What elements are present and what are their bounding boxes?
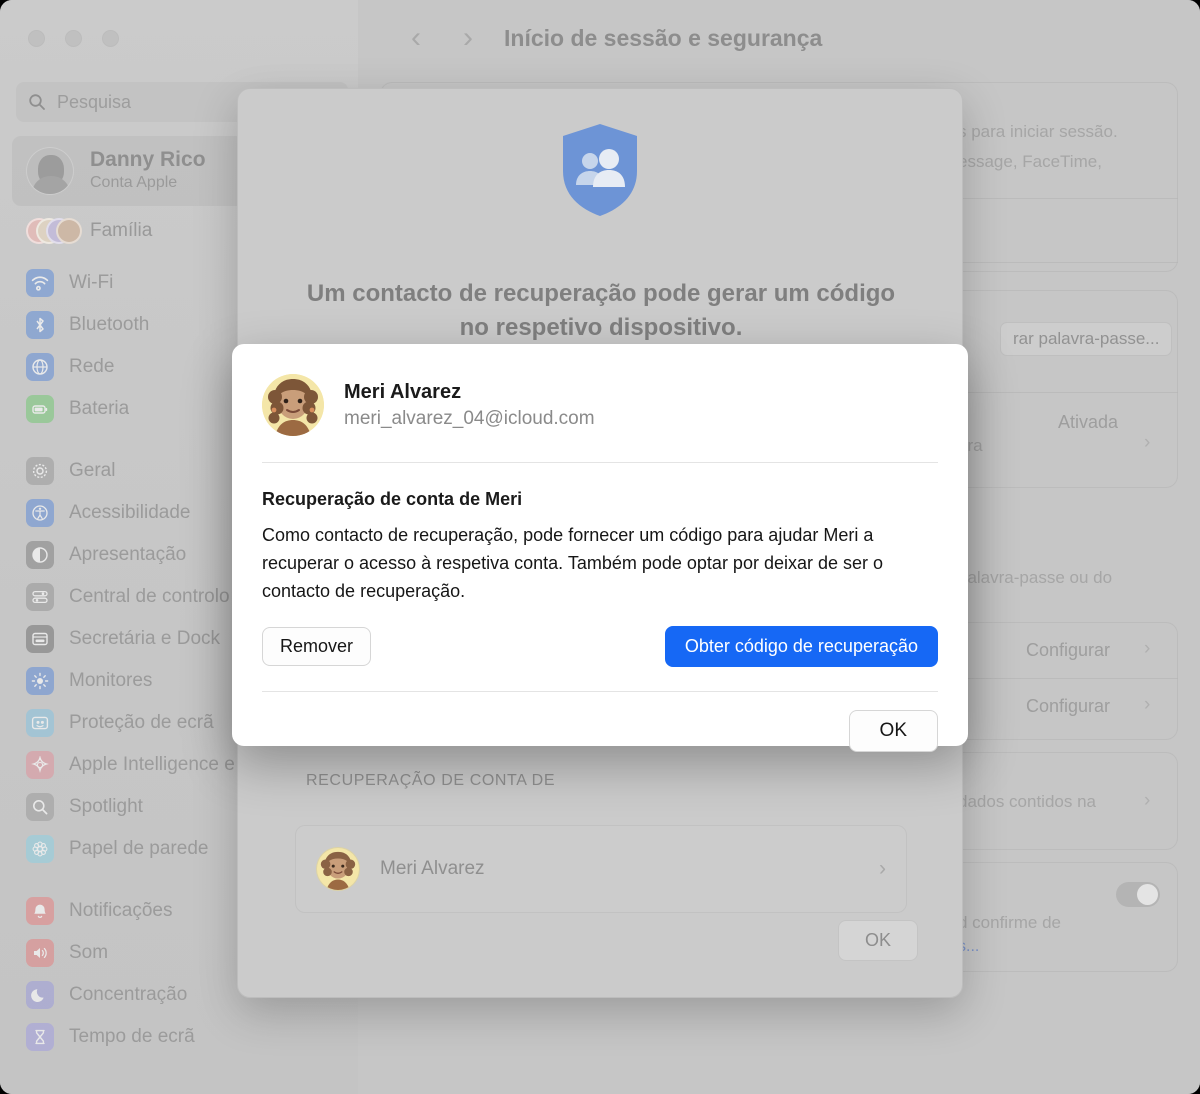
inner-ok-button[interactable]: OK <box>848 709 938 752</box>
forward-button[interactable]: › <box>442 23 494 53</box>
contact-name: Meri Alvarez <box>380 858 485 879</box>
background-toggle[interactable] <box>1116 882 1160 907</box>
sidebar-item-label: Wi-Fi <box>69 272 114 293</box>
search-placeholder: Pesquisa <box>57 91 132 112</box>
outer-ok-button[interactable]: OK <box>837 920 918 961</box>
sidebar-item-label: Família <box>90 220 153 241</box>
dialog-body-text: Como contacto de recuperação, pode forne… <box>262 525 884 601</box>
person-email: meri_alvarez_04@icloud.com <box>344 407 595 429</box>
account-recovery-dialog: Meri Alvarez meri_alvarez_04@icloud.com … <box>232 344 968 752</box>
control-center-icon <box>26 583 54 611</box>
screensaver-icon <box>26 709 54 737</box>
sidebar-item-label: Papel de parede <box>69 838 209 859</box>
desktop-dock-icon <box>26 625 54 653</box>
chevron-right-icon-2[interactable]: › <box>1144 638 1150 660</box>
dialog-title: Recuperação de conta de Meri <box>262 489 523 509</box>
sidebar-item-label: Spotlight <box>69 796 143 817</box>
close-button[interactable] <box>28 30 45 47</box>
moon-icon <box>26 981 54 1009</box>
accessibility-icon <box>26 499 54 527</box>
sidebar-item-label: Apple Intelligence e <box>69 754 235 775</box>
sidebar-item-label: Apresentação <box>69 544 187 565</box>
chevron-right-icon-3[interactable]: › <box>1144 694 1150 716</box>
minimize-button[interactable] <box>65 30 82 47</box>
hourglass-icon <box>26 1023 54 1051</box>
sidebar-item-label: Secretária e Dock <box>69 628 221 649</box>
sidebar-item-label: Notificações <box>69 900 173 921</box>
window-traffic-lights <box>28 30 119 47</box>
background-text-5: dados contidos na <box>958 792 1096 811</box>
spotlight-icon <box>26 793 54 821</box>
back-button[interactable]: ‹ <box>390 23 442 53</box>
toolbar: ‹ › Início de sessão e segurança <box>358 0 1200 76</box>
sidebar-item-label: Som <box>69 942 109 963</box>
sidebar-item-label: Central de controlo <box>69 586 230 607</box>
confirm-row: OK <box>262 709 938 752</box>
family-avatars <box>26 216 82 246</box>
action-button-row: Remover Obter código de recuperação <box>262 625 938 667</box>
background-text-6: d confirme de <box>958 913 1061 932</box>
sidebar-item-label: Concentração <box>69 984 188 1005</box>
divider-top <box>262 462 938 463</box>
sidebar-item-label: Bluetooth <box>69 314 150 335</box>
bell-icon <box>26 897 54 925</box>
wallpaper-icon <box>26 835 54 863</box>
account-name: Danny Rico <box>90 148 206 172</box>
person-header: Meri Alvarez meri_alvarez_04@icloud.com <box>262 374 938 436</box>
sidebar-item-label: Bateria <box>69 398 130 419</box>
bluetooth-icon <box>26 311 54 339</box>
avatar <box>262 374 324 436</box>
globe-icon <box>26 353 54 381</box>
sidebar-item-label: Acessibilidade <box>69 502 191 523</box>
account-subtitle: Conta Apple <box>90 173 178 191</box>
divider-bottom <box>262 690 938 692</box>
displays-icon <box>26 667 54 695</box>
remove-button[interactable]: Remover <box>262 626 372 666</box>
background-value-enabled: Ativada <box>1058 412 1119 432</box>
sidebar-item-label: Rede <box>69 356 115 377</box>
avatar <box>316 847 360 891</box>
background-text-4: palavra-passe ou do <box>958 568 1113 587</box>
gear-icon <box>26 457 54 485</box>
page-title: Início de sessão e segurança <box>504 24 823 51</box>
zoom-button[interactable] <box>102 30 119 47</box>
background-value-configure-1[interactable]: Configurar <box>1026 640 1110 661</box>
sidebar-item-label: Proteção de ecrã <box>69 712 214 733</box>
search-icon <box>28 93 46 111</box>
apple-intelligence-icon <box>26 751 54 779</box>
section-label: RECUPERAÇÃO DE CONTA DE <box>306 772 556 789</box>
list-item-recovery-contact[interactable]: Meri Alvarez › <box>295 825 907 913</box>
wifi-icon <box>26 269 54 297</box>
background-text-1: s para iniciar sessão. <box>958 122 1118 141</box>
background-value-configure-2[interactable]: Configurar <box>1026 696 1110 717</box>
get-recovery-code-button[interactable]: Obter código de recuperação <box>664 625 938 667</box>
shield-people-icon <box>238 121 962 219</box>
background-text-2: essage, FaceTime, <box>958 152 1102 171</box>
appearance-icon <box>26 541 54 569</box>
chevron-right-icon[interactable]: › <box>879 857 886 881</box>
battery-icon <box>26 395 54 423</box>
sidebar-item-label: Tempo de ecrã <box>69 1026 195 1047</box>
person-name: Meri Alvarez <box>344 380 462 403</box>
speaker-icon <box>26 939 54 967</box>
chevron-right-icon-4[interactable]: › <box>1144 790 1150 812</box>
sheet-heading: Um contacto de recuperação pode gerar um… <box>306 280 896 342</box>
sidebar-item-label: Monitores <box>69 670 153 691</box>
sidebar-item-label: Geral <box>69 460 116 481</box>
chevron-right-icon-1[interactable]: › <box>1144 432 1150 454</box>
system-settings-window: Pesquisa Danny Rico Conta Apple Família … <box>0 0 1200 1094</box>
sidebar-item-tempo-de-ecr[interactable]: Tempo de ecrã <box>12 1016 358 1058</box>
avatar <box>26 147 74 195</box>
background-change-password-button[interactable]: rar palavra-passe... <box>1000 322 1173 356</box>
